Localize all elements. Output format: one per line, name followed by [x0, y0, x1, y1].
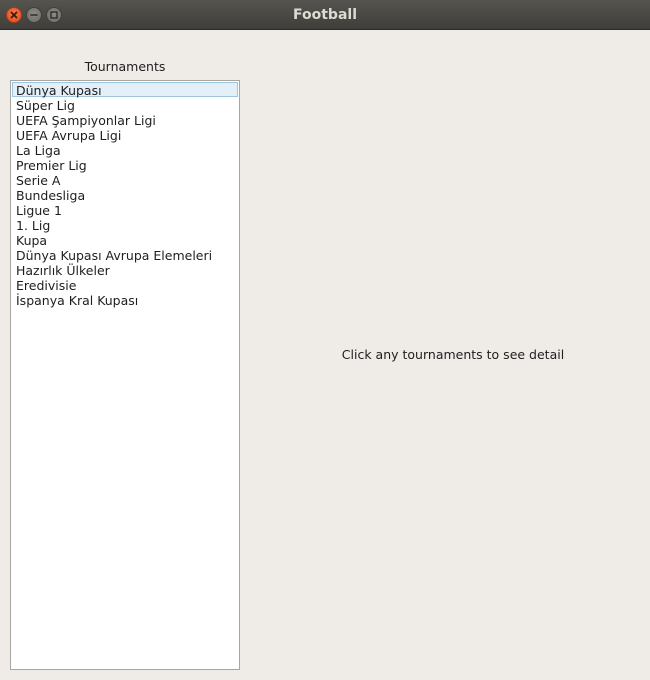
- tournament-list-item[interactable]: İspanya Kral Kupası: [12, 292, 238, 308]
- tournament-list-item[interactable]: La Liga: [12, 142, 238, 158]
- tournament-list-item[interactable]: Kupa: [12, 232, 238, 248]
- tournament-list-item[interactable]: UEFA Avrupa Ligi: [12, 127, 238, 143]
- tournament-list-item[interactable]: Süper Lig: [12, 97, 238, 113]
- tournament-list-item[interactable]: Eredivisie: [12, 277, 238, 293]
- tournament-list-item[interactable]: Ligue 1: [12, 202, 238, 218]
- tournament-list-item[interactable]: 1. Lig: [12, 217, 238, 233]
- window-title: Football: [293, 7, 357, 23]
- tournament-list[interactable]: Dünya Kupası Süper Lig UEFA Şampiyonlar Li…: [10, 80, 240, 670]
- title-bar[interactable]: Football: [0, 0, 650, 30]
- tournament-list-item[interactable]: Dünya Kupası: [12, 82, 238, 98]
- tournament-list-item[interactable]: Hazırlık Ülkeler: [12, 262, 238, 278]
- app-window: Football Tournaments Dünya Kupası Süper L…: [0, 0, 650, 680]
- tournament-list-item[interactable]: Dünya Kupası Avrupa Elemeleri: [12, 247, 238, 263]
- detail-message: Click any tournaments to see detail: [341, 347, 565, 362]
- tournaments-label: Tournaments: [84, 59, 166, 74]
- tournament-list-item[interactable]: Bundesliga: [12, 187, 238, 203]
- tournament-list-item[interactable]: UEFA Şampiyonlar Ligi: [12, 112, 238, 128]
- tournament-list-item[interactable]: Serie A: [12, 172, 238, 188]
- tournament-list-item[interactable]: Premier Lig: [12, 157, 238, 173]
